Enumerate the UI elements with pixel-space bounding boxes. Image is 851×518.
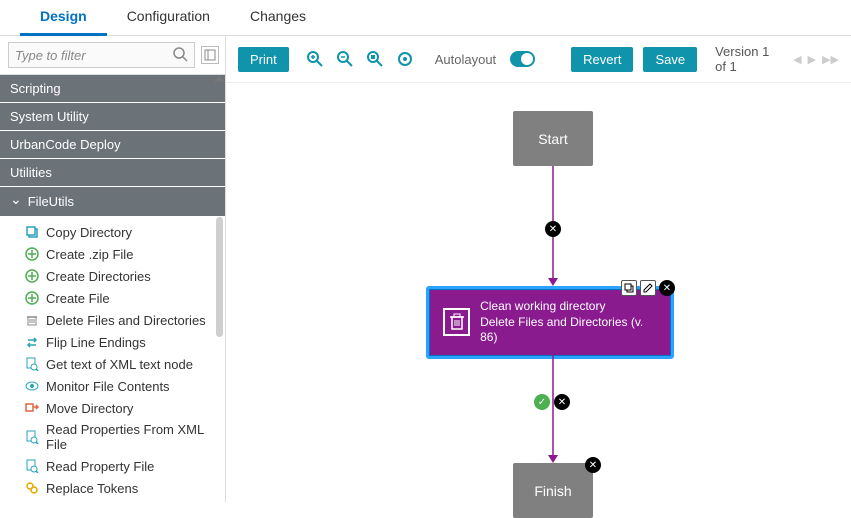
palette-item[interactable]: Copy Directory [0,221,225,243]
search-icon [172,46,188,65]
palette-item-label: Move Directory [46,401,133,416]
tab-design[interactable]: Design [20,0,107,36]
tokens-icon [24,480,40,496]
palette-item-label: Create File [46,291,110,306]
palette-item[interactable]: Move Directory [0,397,225,419]
plus-icon [24,268,40,284]
palette-scrollbar[interactable] [216,217,223,337]
print-button[interactable]: Print [238,47,289,72]
copy-step-button[interactable] [621,280,637,296]
category-urbancode-deploy[interactable]: UrbanCode Deploy [0,131,225,159]
tab-changes[interactable]: Changes [230,0,326,36]
autolayout-toggle[interactable] [510,51,535,67]
palette-item-label: Create Directories [46,269,151,284]
swap-icon [24,334,40,350]
delete-step-button[interactable]: ✕ [659,280,675,296]
filter-input[interactable]: Type to filter [8,42,195,68]
palette-item[interactable]: Replace Tokens [0,477,225,499]
palette-item[interactable]: Create File [0,287,225,309]
canvas-toolbar: Print Autolayout Revert Save Version 1 o… [226,36,851,83]
category-system-utility[interactable]: System Utility [0,103,225,131]
palette-item[interactable]: Delete Files and Directories [0,309,225,331]
zoom-reset-icon[interactable] [395,49,415,69]
palette-item-label: Copy Directory [46,225,132,240]
version-prev-icon[interactable]: ◀ [793,53,801,66]
plus-icon [24,290,40,306]
save-button[interactable]: Save [643,47,697,72]
trash-icon [443,308,470,336]
palette-item-label: Monitor File Contents [46,379,170,394]
palette-item[interactable]: Read Property File [0,455,225,477]
fileutils-list: Copy Directory Create .zip File Create Dir… [0,217,225,502]
category-fileutils[interactable]: FileUtils [0,187,225,217]
collapse-panel-icon[interactable] [201,46,219,64]
palette-item-label: Read Property File [46,459,154,474]
plus-icon [24,246,40,262]
delete-connector-button[interactable]: ✕ [545,221,561,237]
zoom-in-icon[interactable] [305,49,325,69]
delete-finish-button[interactable]: ✕ [585,457,601,473]
finish-node[interactable]: Finish [513,463,593,518]
palette-item-label: Read Properties From XML File [46,422,221,452]
category-scripting[interactable]: Scripting [0,75,225,103]
palette-sidebar: Type to filter Scripting System Utility … [0,36,226,502]
revert-button[interactable]: Revert [571,47,633,72]
palette-item[interactable]: Get text of XML text node [0,353,225,375]
search-doc-icon [24,356,40,372]
zoom-out-icon[interactable] [335,49,355,69]
start-node[interactable]: Start [513,111,593,166]
search-doc-icon [24,458,40,474]
move-icon [24,400,40,416]
zoom-fit-icon[interactable] [365,49,385,69]
step-node[interactable]: Clean working directory Delete Files and… [426,286,674,359]
delete-connector-button-2[interactable]: ✕ [554,394,570,410]
copy-icon [24,224,40,240]
palette-item[interactable]: Create Directories [0,265,225,287]
edit-step-button[interactable] [640,280,656,296]
version-label: Version 1 of 1 [715,44,777,74]
autolayout-label: Autolayout [435,52,496,67]
palette-item[interactable]: Read Properties From XML File [0,419,225,455]
success-condition-icon[interactable]: ✓ [534,394,550,410]
palette-item[interactable]: Monitor File Contents [0,375,225,397]
tab-configuration[interactable]: Configuration [107,0,230,36]
eye-icon [24,378,40,394]
finish-node-label: Finish [534,483,571,499]
palette-item-label: Get text of XML text node [46,357,193,372]
palette-item-label: Create .zip File [46,247,133,262]
palette-item[interactable]: Create .zip File [0,243,225,265]
step-subtitle: Delete Files and Directories (v. 86) [480,315,657,346]
search-doc-icon [24,429,40,445]
trash-icon [24,312,40,328]
category-utilities[interactable]: Utilities [0,159,225,187]
version-next-icon[interactable]: ▶ [808,53,816,66]
palette-item-label: Replace Tokens [46,481,138,496]
version-last-icon[interactable]: ▶▶ [822,53,839,66]
scroll-up-icon[interactable] [214,75,224,82]
process-canvas[interactable]: Start ✕ Clean working directory Delete F… [226,83,851,502]
palette-item-label: Flip Line Endings [46,335,146,350]
step-title: Clean working directory [480,299,657,315]
start-node-label: Start [538,131,568,147]
palette-item[interactable]: Flip Line Endings [0,331,225,353]
palette-item-label: Delete Files and Directories [46,313,206,328]
